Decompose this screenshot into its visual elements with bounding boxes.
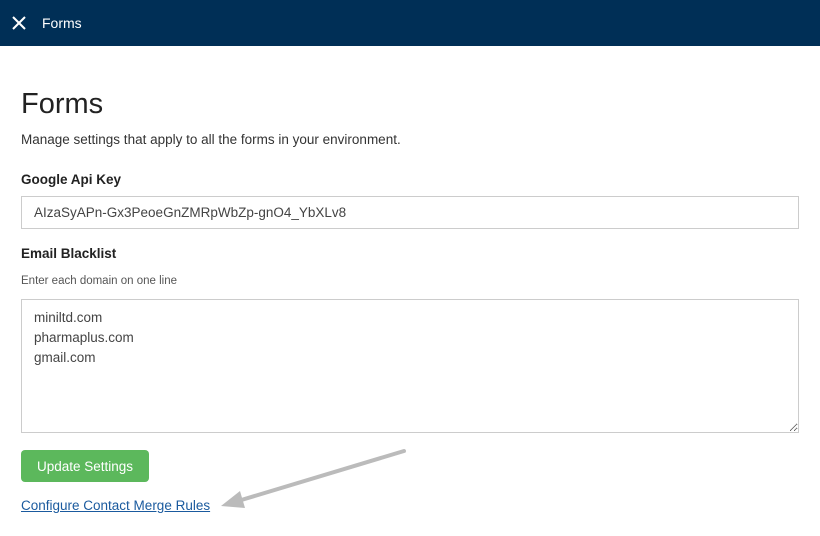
update-settings-button[interactable]: Update Settings — [21, 450, 150, 482]
topbar-title: Forms — [42, 15, 82, 31]
close-icon — [12, 16, 26, 30]
page-description: Manage settings that apply to all the fo… — [21, 132, 401, 147]
page-title: Forms — [21, 88, 104, 120]
email-blacklist-hint: Enter each domain on one line — [21, 275, 177, 287]
email-blacklist-label: Email Blacklist — [21, 246, 117, 261]
configure-merge-rules-link[interactable]: Configure Contact Merge Rules — [21, 498, 210, 513]
annotation-arrow — [221, 449, 406, 508]
google-api-key-label: Google Api Key — [21, 172, 122, 187]
top-bar: Forms — [0, 0, 820, 46]
email-blacklist-textarea[interactable] — [21, 299, 799, 433]
forms-settings-panel: Forms Manage settings that apply to all … — [21, 86, 799, 515]
close-button[interactable] — [10, 14, 28, 32]
google-api-key-input[interactable] — [21, 196, 799, 229]
